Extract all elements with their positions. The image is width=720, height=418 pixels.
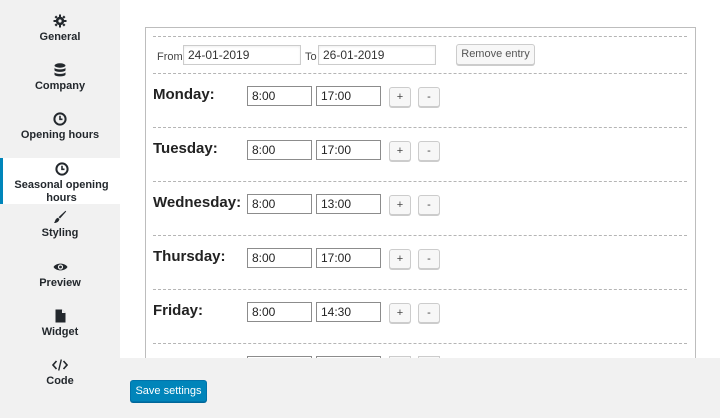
add-interval-button[interactable]: + <box>389 195 411 215</box>
day-label: Monday: <box>153 86 215 103</box>
sidebar-item-general[interactable]: General <box>0 14 120 44</box>
close-time-input[interactable] <box>316 302 381 322</box>
footer-bar <box>120 358 720 418</box>
remove-interval-button[interactable]: - <box>418 249 440 269</box>
day-label: Wednesday: <box>153 194 242 211</box>
close-time-input[interactable] <box>316 86 381 106</box>
sidebar-item-opening-hours[interactable]: Opening hours <box>0 112 120 142</box>
close-time-input[interactable] <box>316 140 381 160</box>
sidebar-item-styling[interactable]: Styling <box>0 210 120 240</box>
sidebar-item-code[interactable]: Code <box>0 358 120 388</box>
sidebar: General Company Opening hours Seasonal o… <box>0 0 120 418</box>
divider <box>153 235 687 236</box>
divider <box>153 73 687 74</box>
sidebar-item-label: Preview <box>39 277 81 289</box>
sidebar-item-label: General <box>39 31 81 43</box>
sidebar-item-label: Styling <box>41 227 79 239</box>
remove-interval-button[interactable]: - <box>418 87 440 107</box>
add-interval-button[interactable]: + <box>389 87 411 107</box>
remove-interval-button[interactable]: - <box>418 195 440 215</box>
remove-entry-button[interactable]: Remove entry <box>456 44 535 65</box>
sidebar-item-company[interactable]: Company <box>0 63 120 93</box>
sidebar-item-label: Seasonal opening hours <box>14 179 109 204</box>
close-time-input[interactable] <box>316 248 381 268</box>
brush-icon <box>0 210 120 224</box>
sidebar-item-label: Company <box>34 80 86 92</box>
day-row-friday: Friday: + - <box>153 302 687 342</box>
day-row-tuesday: Tuesday: + - <box>153 140 687 180</box>
sidebar-item-label: Opening hours <box>20 129 100 141</box>
sidebar-item-seasonal-opening-hours[interactable]: Seasonal opening hours <box>0 158 120 204</box>
clock-icon <box>3 162 120 176</box>
add-interval-button[interactable]: + <box>389 303 411 323</box>
document-icon <box>0 309 120 323</box>
day-row-monday: Monday: + - <box>153 86 687 126</box>
day-row-wednesday: Wednesday: + - <box>153 194 687 234</box>
open-time-input[interactable] <box>247 194 312 214</box>
divider <box>153 343 687 344</box>
open-time-input[interactable] <box>247 248 312 268</box>
clock-icon <box>0 112 120 126</box>
day-label: Friday: <box>153 302 204 319</box>
sidebar-item-widget[interactable]: Widget <box>0 309 120 339</box>
divider <box>153 289 687 290</box>
remove-interval-button[interactable]: - <box>418 141 440 161</box>
to-date-input[interactable] <box>318 45 436 65</box>
save-settings-button[interactable]: Save settings <box>130 380 207 402</box>
close-time-input[interactable] <box>316 194 381 214</box>
remove-interval-button[interactable]: - <box>418 303 440 323</box>
to-label: To <box>305 51 317 63</box>
day-label: Tuesday: <box>153 140 218 157</box>
from-date-input[interactable] <box>183 45 301 65</box>
add-interval-button[interactable]: + <box>389 141 411 161</box>
divider <box>153 127 687 128</box>
add-interval-button[interactable]: + <box>389 249 411 269</box>
eye-icon <box>0 260 120 274</box>
open-time-input[interactable] <box>247 302 312 322</box>
divider <box>153 181 687 182</box>
open-time-input[interactable] <box>247 86 312 106</box>
sidebar-item-preview[interactable]: Preview <box>0 260 120 290</box>
gear-icon <box>0 14 120 28</box>
database-icon <box>0 63 120 77</box>
code-icon <box>0 358 120 372</box>
sidebar-item-label: Widget <box>41 326 79 338</box>
divider <box>153 36 687 37</box>
from-label: From <box>157 51 183 63</box>
open-time-input[interactable] <box>247 140 312 160</box>
sidebar-item-label: Code <box>46 375 74 387</box>
day-row-thursday: Thursday: + - <box>153 248 687 288</box>
day-label: Thursday: <box>153 248 226 265</box>
